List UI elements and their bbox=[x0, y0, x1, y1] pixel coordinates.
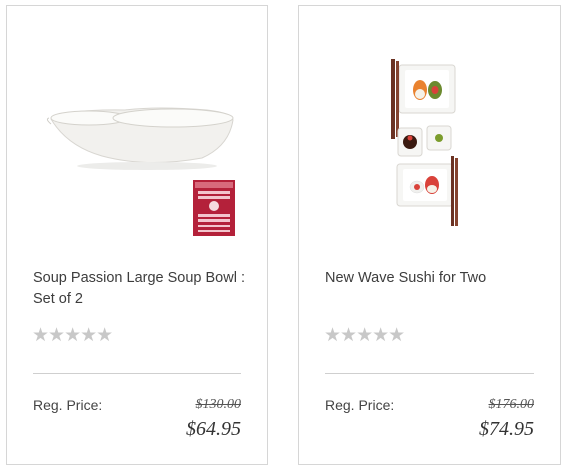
rating-stars: ★★★★★ bbox=[324, 324, 405, 346]
sale-price: $64.95 bbox=[186, 418, 241, 440]
award-badge-icon bbox=[193, 180, 235, 236]
regular-price: $176.00 bbox=[488, 397, 535, 412]
price-label: Reg. Price: bbox=[33, 397, 103, 413]
product-image[interactable] bbox=[7, 6, 267, 246]
product-image[interactable] bbox=[299, 6, 560, 246]
rating-stars: ★★★★★ bbox=[32, 324, 113, 346]
price-label: Reg. Price: bbox=[325, 397, 395, 413]
sale-price: $74.95 bbox=[479, 418, 534, 440]
regular-price: $130.00 bbox=[195, 397, 242, 412]
product-title[interactable]: Soup Passion Large Soup Bowl : Set of 2 bbox=[33, 268, 248, 310]
divider bbox=[33, 373, 241, 374]
product-card[interactable]: Soup Passion Large Soup Bowl : Set of 2 … bbox=[6, 5, 268, 465]
divider bbox=[325, 373, 534, 374]
product-title[interactable]: New Wave Sushi for Two bbox=[325, 268, 540, 289]
product-card[interactable]: New Wave Sushi for Two ★★★★★ Reg. Price:… bbox=[298, 5, 561, 465]
